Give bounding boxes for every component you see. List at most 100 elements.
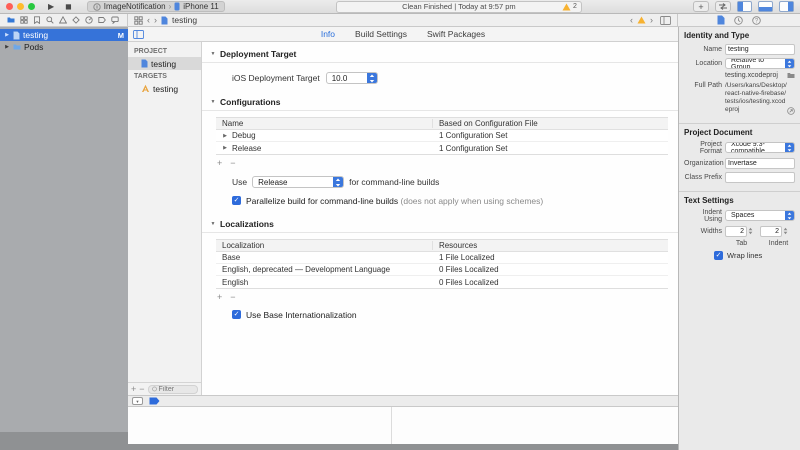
remove-localization-button[interactable]: − xyxy=(230,293,235,302)
close-window-button[interactable] xyxy=(6,3,13,10)
tab-build-settings[interactable]: Build Settings xyxy=(355,29,407,39)
toggle-navigator-panel-button[interactable] xyxy=(737,1,752,12)
name-label: Name xyxy=(684,46,722,53)
navigator-item-testing[interactable]: ▶ testing M xyxy=(0,29,128,41)
stepper-arrows-icon[interactable] xyxy=(748,227,753,235)
project-format-popup[interactable]: Xcode 9.3-compatible xyxy=(725,142,795,153)
remove-target-button[interactable]: − xyxy=(139,385,144,394)
section-disclosure-icon[interactable]: ▼ xyxy=(210,221,216,227)
issue-navigator-icon[interactable] xyxy=(59,16,67,24)
indent-width-stepper[interactable]: 2 xyxy=(760,226,788,237)
project-file-name: testing.xcodeproj xyxy=(725,72,795,79)
name-field[interactable] xyxy=(725,44,795,55)
add-localization-button[interactable]: + xyxy=(217,293,222,302)
wrap-lines-row: ✓ Wrap lines xyxy=(714,251,795,260)
navigator-item-pods[interactable]: ▶ Pods xyxy=(0,41,128,53)
project-targets-tree: PROJECT testing TARGETS testing xyxy=(128,42,201,382)
disclosure-icon[interactable]: ▶ xyxy=(4,44,10,50)
report-navigator-icon[interactable] xyxy=(111,16,119,24)
parallelize-note: (does not apply when using schemes) xyxy=(401,196,544,206)
related-items-icon[interactable] xyxy=(134,16,143,25)
run-button[interactable]: ▶ xyxy=(48,2,54,12)
quick-help-inspector-icon[interactable]: ? xyxy=(752,16,761,25)
project-file-icon xyxy=(13,31,20,40)
warning-badge[interactable]: 2 xyxy=(562,3,577,11)
table-header-row: Name Based on Configuration File xyxy=(216,118,668,130)
hide-debug-area-button[interactable]: ▼ xyxy=(132,397,143,405)
disclosure-icon[interactable]: ▶ xyxy=(4,32,10,38)
previous-issue-button[interactable]: ‹ xyxy=(630,15,633,25)
tab-caption: Tab xyxy=(725,240,758,247)
popup-arrows-icon xyxy=(785,59,794,68)
class-prefix-label: Class Prefix xyxy=(684,174,722,181)
row-disclosure-icon[interactable]: ▶ xyxy=(222,133,228,139)
breakpoints-toggle-icon[interactable] xyxy=(149,397,160,405)
toggle-inspector-panel-button[interactable] xyxy=(779,1,794,12)
minimize-window-button[interactable] xyxy=(17,3,24,10)
wrap-lines-checkbox[interactable]: ✓ xyxy=(714,251,723,260)
sidebar-item-target-testing[interactable]: testing xyxy=(128,82,201,95)
section-disclosure-icon[interactable]: ▼ xyxy=(210,51,216,57)
command-line-config-popup[interactable]: Release xyxy=(252,176,344,188)
debug-navigator-icon[interactable] xyxy=(85,16,93,24)
history-inspector-icon[interactable] xyxy=(734,16,743,25)
tab-swift-packages[interactable]: Swift Packages xyxy=(427,29,485,39)
project-navigator-icon[interactable] xyxy=(7,16,15,24)
editor-options-icon[interactable] xyxy=(660,16,671,25)
filter-input[interactable] xyxy=(159,386,194,393)
stop-button[interactable]: ◼ xyxy=(65,2,72,12)
section-localizations[interactable]: ▼ Localizations xyxy=(202,216,678,233)
test-navigator-icon[interactable] xyxy=(72,16,80,24)
table-row[interactable]: ▶Release 1 Configuration Set xyxy=(216,142,668,154)
back-button[interactable]: ‹ xyxy=(147,15,150,25)
console-view[interactable] xyxy=(392,407,678,444)
table-row[interactable]: ▶Debug 1 Configuration Set xyxy=(216,130,668,142)
parallelize-checkbox[interactable]: ✓ xyxy=(232,196,241,205)
base-internationalization-row: ✓ Use Base Internationalization xyxy=(202,302,678,320)
next-issue-button[interactable]: › xyxy=(650,15,653,25)
section-disclosure-icon[interactable]: ▼ xyxy=(210,99,216,105)
sidebar-item-project-testing[interactable]: testing xyxy=(128,57,201,70)
deployment-target-popup[interactable]: 10.0 xyxy=(326,72,378,84)
organization-field[interactable] xyxy=(725,158,795,169)
remove-configuration-button[interactable]: − xyxy=(230,159,235,168)
source-control-navigator-icon[interactable] xyxy=(20,16,28,24)
jump-bar-file-name[interactable]: testing xyxy=(172,15,197,25)
indent-using-popup[interactable]: Spaces xyxy=(725,210,795,221)
column-localization: Localization xyxy=(216,241,433,250)
editor-layout-button[interactable] xyxy=(715,1,731,12)
table-row[interactable]: Base 1 File Localized xyxy=(216,252,668,264)
row-disclosure-icon[interactable]: ▶ xyxy=(222,145,228,151)
section-deployment-target[interactable]: ▼ Deployment Target xyxy=(202,46,678,63)
forward-button[interactable]: › xyxy=(154,15,157,25)
breakpoint-navigator-icon[interactable] xyxy=(98,16,106,24)
open-in-finder-icon[interactable] xyxy=(787,107,795,115)
base-internationalization-checkbox[interactable]: ✓ xyxy=(232,310,241,319)
add-configuration-button[interactable]: + xyxy=(217,159,222,168)
pods-project-icon xyxy=(13,43,21,51)
parallelize-row: ✓ Parallelize build for command-line bui… xyxy=(202,188,678,206)
deployment-target-label: iOS Deployment Target xyxy=(232,73,320,83)
project-section-header: PROJECT xyxy=(128,45,201,57)
folder-icon[interactable] xyxy=(787,72,795,79)
filter-field[interactable] xyxy=(148,385,198,394)
stepper-arrows-icon[interactable] xyxy=(783,227,788,235)
table-row[interactable]: English, deprecated — Development Langua… xyxy=(216,264,668,276)
add-editor-button[interactable]: + xyxy=(693,1,709,12)
tab-width-stepper[interactable]: 2 xyxy=(725,226,753,237)
tab-info[interactable]: Info xyxy=(321,29,335,39)
file-inspector-icon[interactable] xyxy=(717,15,725,25)
variables-view[interactable] xyxy=(128,407,392,444)
class-prefix-field[interactable] xyxy=(725,172,795,183)
zoom-window-button[interactable] xyxy=(28,3,35,10)
toggle-debug-panel-button[interactable] xyxy=(758,1,773,12)
scheme-selector[interactable]: ImageNotification › iPhone 11 xyxy=(87,1,225,12)
location-label: Location xyxy=(684,60,722,67)
section-configurations[interactable]: ▼ Configurations xyxy=(202,94,678,111)
symbol-navigator-icon[interactable] xyxy=(33,16,41,24)
table-row[interactable]: English 0 Files Localized xyxy=(216,276,668,288)
location-popup[interactable]: Relative to Group xyxy=(725,58,795,69)
add-target-button[interactable]: + xyxy=(131,385,136,394)
localization-name: English, deprecated — Development Langua… xyxy=(216,265,433,274)
find-navigator-icon[interactable] xyxy=(46,16,54,24)
